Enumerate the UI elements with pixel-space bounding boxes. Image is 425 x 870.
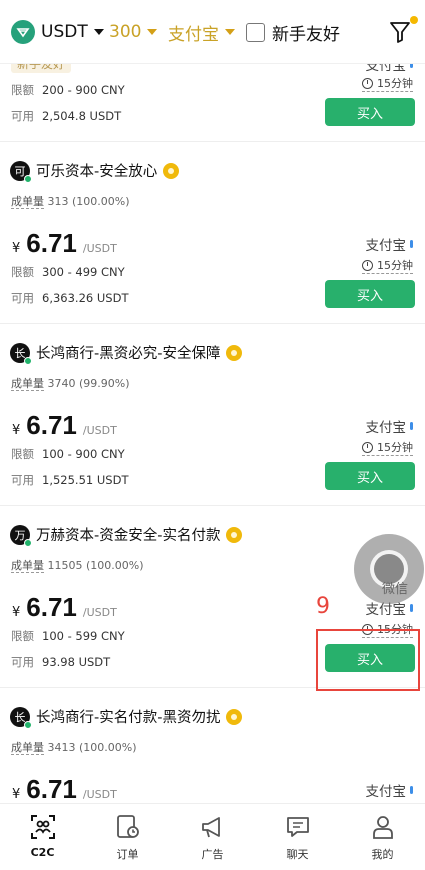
filter-bar: USDT 300 支付宝 新手友好	[0, 0, 425, 64]
verified-badge-icon	[226, 344, 243, 361]
avatar: 万	[10, 524, 32, 547]
annotation-number: 9	[316, 594, 330, 619]
limit-row: 限额 200 - 900 CNY	[11, 83, 125, 97]
price: ¥6.71/USDT	[12, 592, 117, 622]
merchant-name: 可乐资本-安全放心	[36, 164, 158, 180]
wechat-label: 微信	[382, 582, 409, 597]
ads-icon	[201, 817, 220, 838]
buy-button[interactable]: 买入	[325, 280, 415, 308]
annotation-highlight-box	[316, 629, 420, 691]
amount-selector[interactable]: 300	[109, 0, 158, 64]
online-dot	[24, 538, 32, 547]
nav-chat[interactable]: 聊天	[255, 804, 340, 870]
merchant-info[interactable]: 长 长鸿商行-黑资必究-安全保障	[10, 342, 243, 365]
coin-selector[interactable]: USDT	[11, 0, 104, 64]
payment-method: 支付宝	[366, 416, 413, 436]
nav-ads[interactable]: 广告	[170, 804, 255, 870]
available-row: 可用 93.98 USDT	[11, 655, 111, 669]
amount-label: 300	[109, 22, 142, 42]
chevron-down-icon	[147, 29, 158, 35]
chevron-down-icon	[225, 29, 235, 35]
ad-card: 长 长鸿商行-黑资必究-安全保障 成单量 3740 (99.90%) ¥6.71…	[0, 324, 425, 506]
payment-method: 支付宝	[366, 234, 413, 254]
buy-button[interactable]: 买入	[325, 98, 415, 126]
usdt-icon	[11, 20, 35, 44]
verified-badge-icon	[163, 162, 180, 179]
payment-selector[interactable]: 支付宝	[168, 0, 235, 64]
bottom-nav: C2C 订单 广告 聊天 我的	[0, 803, 425, 870]
limit-row: 限额 100 - 599 CNY	[11, 629, 125, 643]
avatar: 可	[10, 160, 32, 183]
alipay-indicator-icon	[410, 240, 413, 248]
coin-label: USDT	[41, 22, 88, 42]
merchant-info[interactable]: 可 可乐资本-安全放心	[10, 160, 180, 183]
clock-icon	[362, 441, 373, 453]
verified-badge-icon	[226, 526, 243, 543]
online-dot	[24, 174, 32, 183]
chat-icon	[286, 817, 309, 837]
order-stats: 成单量 3413 (100.00%)	[11, 741, 137, 755]
price: ¥6.71/USDT	[12, 410, 117, 440]
alipay-indicator-icon	[410, 604, 413, 612]
available-row: 可用 2,504.8 USDT	[11, 109, 122, 123]
available-row: 可用 1,525.51 USDT	[11, 473, 129, 487]
order-stats: 成单量 313 (100.00%)	[11, 195, 130, 209]
nav-profile[interactable]: 我的	[340, 804, 425, 870]
nav-c2c[interactable]: C2C	[0, 804, 85, 870]
newbie-filter[interactable]: 新手友好	[246, 0, 340, 64]
clock-icon	[362, 77, 373, 89]
merchant-name: 长鸿商行-实名付款-黑资勿扰	[36, 710, 221, 726]
alipay-indicator-icon	[410, 786, 413, 794]
order-stats: 成单量 3740 (99.90%)	[11, 377, 130, 391]
price: ¥6.71/USDT	[12, 774, 117, 804]
price: ¥6.71/USDT	[12, 228, 117, 258]
nav-orders[interactable]: 订单	[85, 804, 170, 870]
clock-icon	[362, 259, 373, 271]
payment-method: 支付宝	[366, 780, 413, 800]
orders-icon	[116, 815, 139, 838]
online-dot	[24, 720, 32, 729]
c2c-icon	[30, 815, 55, 839]
avatar: 长	[10, 342, 32, 365]
ad-card: 可 可乐资本-安全放心 成单量 313 (100.00%) ¥6.71/USDT…	[0, 142, 425, 324]
payment-time: 15分钟	[362, 75, 413, 92]
notification-dot	[410, 16, 418, 24]
buy-button[interactable]: 买入	[325, 462, 415, 490]
limit-row: 限额 300 - 499 CNY	[11, 265, 125, 279]
avatar: 长	[10, 706, 32, 729]
profile-icon	[372, 816, 393, 839]
limit-row: 限额 100 - 900 CNY	[11, 447, 125, 461]
available-row: 可用 6,363.26 USDT	[11, 291, 129, 305]
ad-list[interactable]: 新手友好 支付宝 15分钟 限额 200 - 900 CNY 可用 2,504.8 …	[0, 0, 425, 870]
verified-badge-icon	[226, 708, 243, 725]
order-stats: 成单量 11505 (100.00%)	[11, 559, 144, 573]
payment-label: 支付宝	[168, 24, 219, 45]
newbie-checkbox[interactable]	[246, 22, 265, 42]
merchant-name: 长鸿商行-黑资必究-安全保障	[36, 346, 221, 362]
payment-time: 15分钟	[362, 257, 413, 274]
newbie-label: 新手友好	[272, 24, 340, 45]
merchant-name: 万赫资本-资金安全-实名付款	[36, 528, 221, 544]
online-dot	[24, 356, 32, 365]
payment-time: 15分钟	[362, 439, 413, 456]
ad-card: 长 长鸿商行-实名付款-黑资勿扰 成单量 3413 (100.00%) ¥6.7…	[0, 688, 425, 804]
alipay-indicator-icon	[410, 422, 413, 430]
filter-icon[interactable]	[389, 16, 418, 46]
chevron-down-icon	[93, 29, 104, 35]
merchant-info[interactable]: 长 长鸿商行-实名付款-黑资勿扰	[10, 706, 243, 729]
merchant-info[interactable]: 万 万赫资本-资金安全-实名付款	[10, 524, 243, 547]
